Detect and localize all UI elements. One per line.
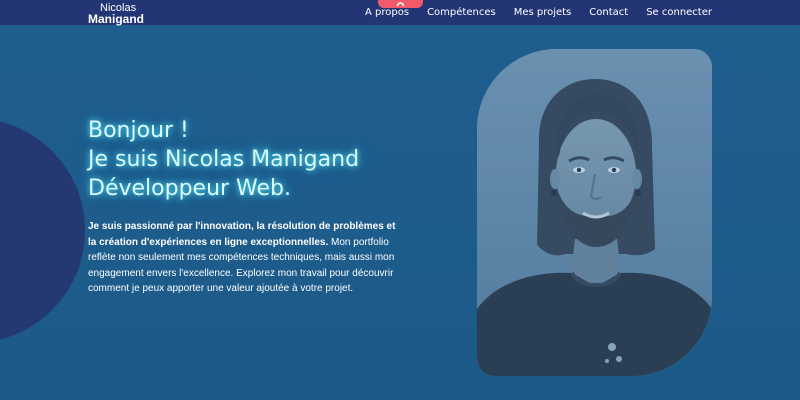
portfolio-page: Nicolas Manigand A propos Compétences Me… [0,0,800,400]
nav-link-competences[interactable]: Compétences [427,7,496,18]
hero-name-line: Je suis Nicolas Manigand [88,147,360,172]
hero-heading: Bonjour ! Je suis Nicolas Manigand Dével… [88,116,398,203]
main-nav: A propos Compétences Mes projets Contact… [365,0,712,25]
brand-last-name: Manigand [88,12,144,26]
nav-link-mes-projets[interactable]: Mes projets [514,7,572,18]
hero-greeting: Bonjour ! [88,118,189,143]
nav-link-a-propos[interactable]: A propos [365,7,409,18]
nav-link-contact[interactable]: Contact [589,7,628,18]
profile-photo [477,49,712,376]
nav-link-se-connecter[interactable]: Se connecter [646,7,712,18]
hero-description: Je suis passionné par l'innovation, la r… [88,219,398,297]
hero-role: Développeur Web. [88,176,292,201]
brand-logo[interactable]: Nicolas Manigand [88,0,144,26]
navbar: Nicolas Manigand A propos Compétences Me… [0,0,800,25]
profile-photo-illustration [477,49,712,376]
decorative-circle [0,118,85,343]
